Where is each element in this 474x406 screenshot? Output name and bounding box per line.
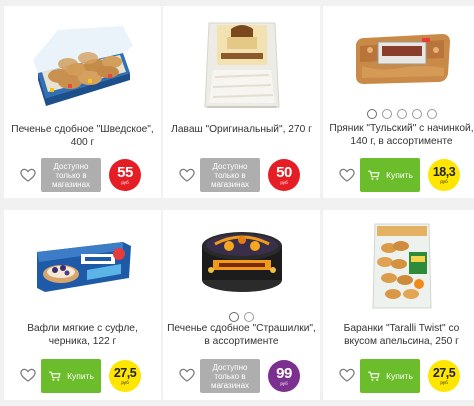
price-badge: 27,5 руб	[109, 360, 141, 392]
price-badge: 50 руб	[268, 159, 300, 191]
product-name[interactable]: Лаваш "Оригинальный", 270 г	[167, 124, 316, 137]
price-currency: руб	[121, 379, 129, 385]
product-image[interactable]	[163, 10, 320, 120]
heart-icon[interactable]	[178, 166, 196, 184]
cookie-tin-image	[201, 232, 282, 292]
price-value: 55	[117, 163, 133, 181]
product-name[interactable]: Баранки "Taralli Twist" со вкусом апельс…	[327, 323, 474, 348]
product-card: Вафли мягкие с суфле, черника, 122 г Куп…	[4, 210, 161, 400]
heart-icon[interactable]	[338, 166, 356, 184]
product-image[interactable]	[163, 216, 320, 304]
price-currency: руб	[440, 178, 448, 184]
heart-icon[interactable]	[178, 366, 196, 384]
product-name[interactable]: Вафли мягкие с суфле, черника, 122 г	[8, 323, 157, 348]
cart-icon	[368, 170, 380, 180]
lavash-package-image	[203, 22, 280, 108]
availability-button[interactable]: Доступно только в магазинах	[41, 158, 101, 192]
product-image[interactable]	[4, 216, 161, 316]
taralli-bag-image	[371, 223, 432, 309]
availability-button[interactable]: Доступно только в магазинах	[200, 158, 260, 192]
heart-icon[interactable]	[19, 166, 37, 184]
price-currency: руб	[121, 179, 129, 185]
buy-button[interactable]: Купить	[41, 359, 101, 393]
image-carousel-dots	[163, 312, 320, 322]
price-badge: 99 руб	[268, 360, 300, 392]
price-currency: руб	[280, 380, 288, 386]
product-card: Пряник "Тульский" с начинкой, 140 г, в а…	[323, 6, 474, 198]
product-name[interactable]: Пряник "Тульский" с начинкой, 140 г, в а…	[327, 123, 474, 148]
carousel-dot[interactable]	[426, 109, 437, 119]
price-value: 18,3	[432, 165, 456, 179]
cart-icon	[49, 371, 61, 381]
cart-icon	[368, 371, 380, 381]
heart-icon[interactable]	[338, 366, 356, 384]
carousel-dot[interactable]	[411, 109, 422, 119]
price-value: 27,5	[113, 366, 137, 380]
price-badge: 27,5 руб	[428, 360, 460, 392]
product-name[interactable]: Печенье сдобное "Шведское", 400 г	[8, 124, 157, 149]
buy-button[interactable]: Купить	[360, 359, 420, 393]
product-image[interactable]	[323, 214, 474, 318]
availability-button[interactable]: Доступно только в магазинах	[200, 359, 260, 393]
price-badge: 18,3 руб	[428, 159, 460, 191]
gingerbread-package-image	[355, 34, 450, 84]
product-card: Баранки "Taralli Twist" со вкусом апельс…	[323, 210, 474, 400]
product-name[interactable]: Печенье сдобное "Страшилки", в ассортиме…	[167, 323, 316, 348]
carousel-dot[interactable]	[381, 109, 392, 119]
heart-icon[interactable]	[19, 366, 37, 384]
carousel-dot[interactable]	[229, 312, 239, 322]
product-card: Печенье сдобное "Шведское", 400 г Доступ…	[4, 6, 161, 198]
carousel-dot[interactable]	[366, 109, 377, 119]
buy-button[interactable]: Купить	[360, 158, 420, 192]
product-image[interactable]	[323, 14, 474, 104]
waffles-package-image	[36, 242, 131, 292]
buy-button-label: Купить	[386, 169, 413, 180]
price-badge: 55 руб	[109, 159, 141, 191]
product-image[interactable]	[4, 10, 161, 120]
price-value: 50	[276, 163, 292, 181]
buy-button-label: Купить	[386, 370, 413, 381]
carousel-dot[interactable]	[244, 312, 254, 322]
product-card: Печенье сдобное "Страшилки", в ассортиме…	[163, 210, 320, 400]
carousel-dot[interactable]	[396, 109, 407, 119]
product-grid: Печенье сдобное "Шведское", 400 г Доступ…	[0, 0, 474, 406]
product-card: Лаваш "Оригинальный", 270 г Доступно тол…	[163, 6, 320, 198]
image-carousel-dots	[323, 109, 474, 119]
price-value: 99	[276, 364, 292, 382]
buy-button-label: Купить	[67, 370, 94, 381]
cookie-box-image	[32, 25, 133, 106]
price-currency: руб	[440, 379, 448, 385]
price-value: 27,5	[432, 366, 456, 380]
price-currency: руб	[280, 179, 288, 185]
